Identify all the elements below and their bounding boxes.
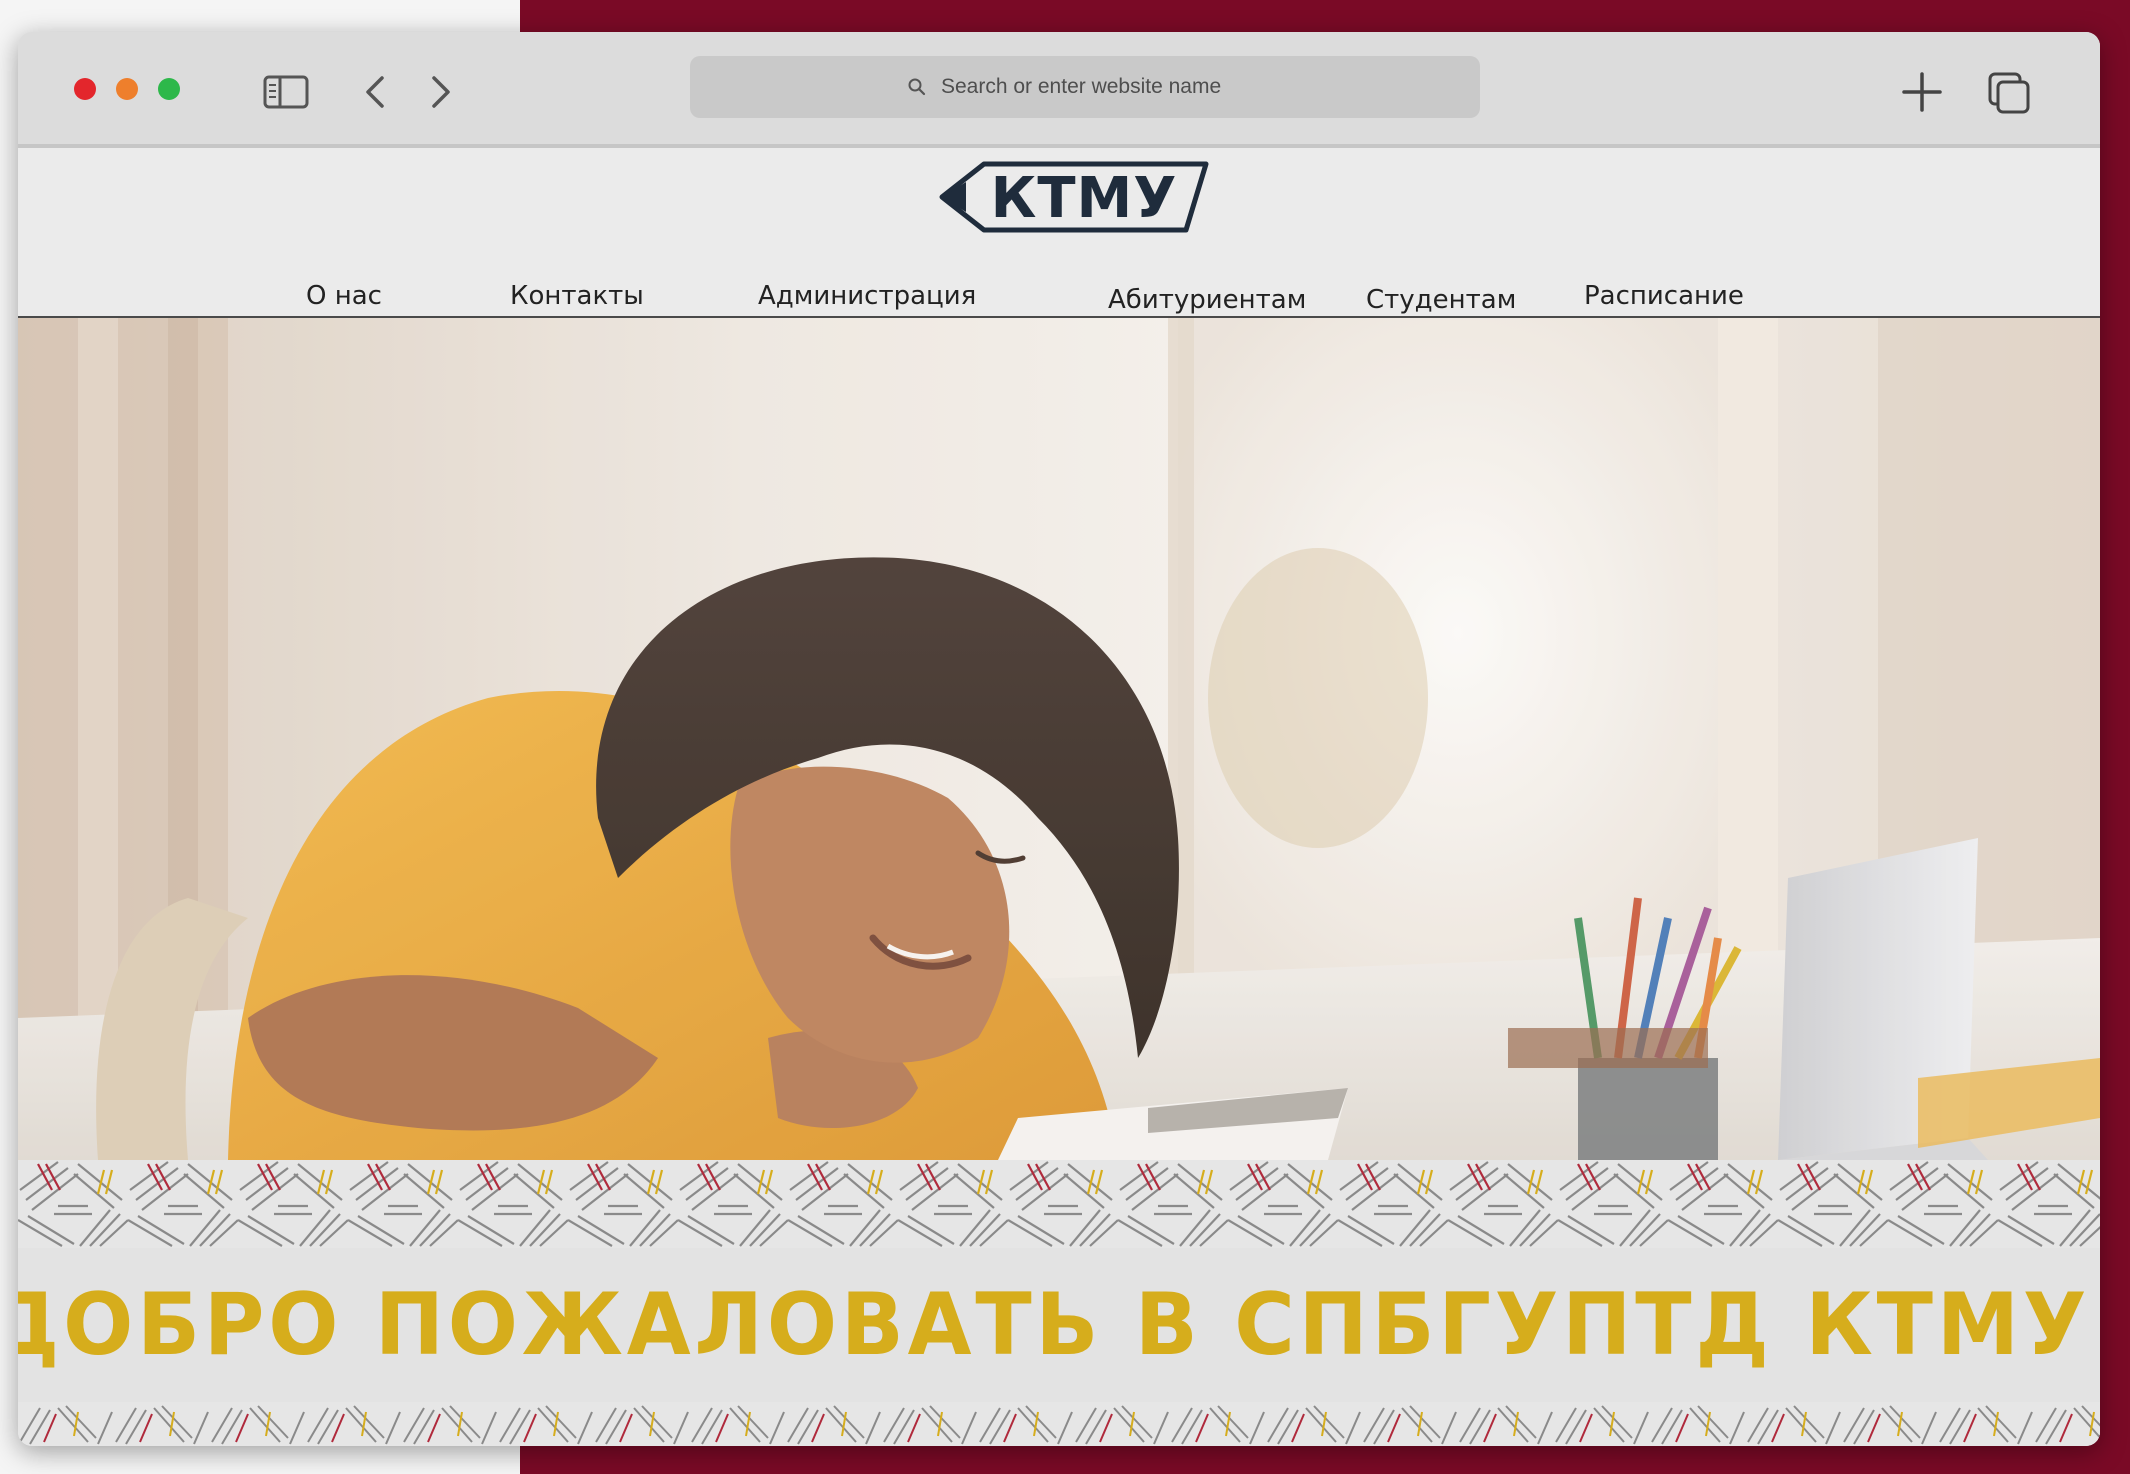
search-icon	[908, 78, 926, 96]
nav-about[interactable]: О нас	[306, 281, 382, 311]
nav-students[interactable]: Студентам	[1366, 285, 1516, 315]
address-input[interactable]	[939, 74, 1263, 100]
tabs-overview-icon[interactable]	[1986, 70, 2032, 116]
browser-toolbar	[18, 32, 2100, 148]
close-window-button[interactable]	[74, 78, 96, 100]
forward-icon[interactable]	[422, 72, 458, 112]
welcome-banner: ДОБРО ПОЖАЛОВАТЬ В СПБГУПТД КТМУ!	[18, 1248, 2100, 1402]
browser-window: КТМУ О нас Контакты Администрация Абитур…	[18, 32, 2100, 1446]
site-logo[interactable]: КТМУ	[936, 158, 1210, 236]
decorative-pattern-top	[18, 1160, 2100, 1248]
site-header: КТМУ О нас Контакты Администрация Абитур…	[18, 148, 2100, 318]
hero-image	[18, 318, 2100, 1160]
sidebar-icon[interactable]	[262, 72, 310, 112]
decorative-pattern-bottom	[18, 1402, 2100, 1446]
back-icon[interactable]	[358, 72, 394, 112]
new-tab-icon[interactable]	[1900, 70, 1944, 114]
nav-schedule[interactable]: Расписание	[1584, 281, 1744, 311]
nav-administration[interactable]: Администрация	[758, 281, 976, 311]
minimize-window-button[interactable]	[116, 78, 138, 100]
nav-applicants[interactable]: Абитуриентам	[1108, 285, 1306, 315]
zoom-window-button[interactable]	[158, 78, 180, 100]
welcome-heading: ДОБРО ПОЖАЛОВАТЬ В СПБГУПТД КТМУ!	[18, 1275, 2100, 1375]
logo-text: КТМУ	[990, 165, 1178, 231]
nav-contacts[interactable]: Контакты	[510, 281, 644, 311]
address-bar[interactable]	[690, 56, 1480, 118]
